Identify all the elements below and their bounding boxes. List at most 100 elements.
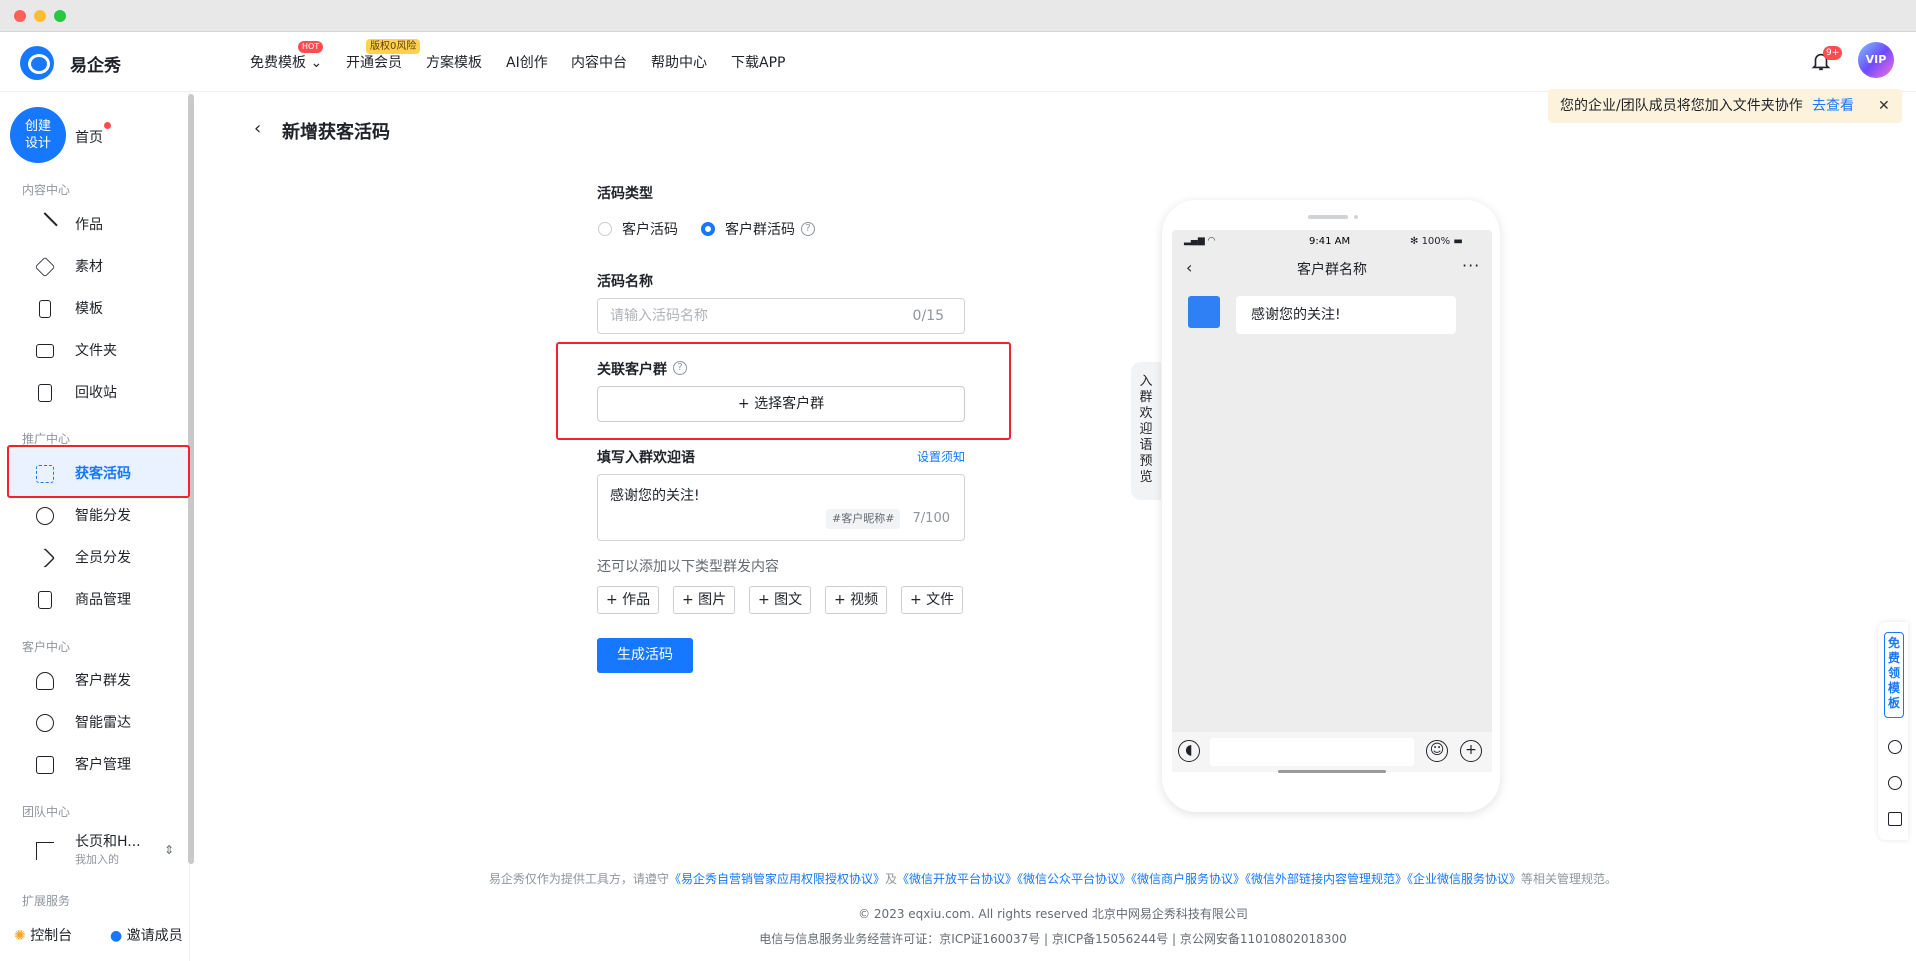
agreement-link[interactable]: 《微信公众平台协议》 (1017, 872, 1131, 886)
help-icon[interactable]: ? (801, 222, 815, 236)
toast-message: 您的企业/团队成员将您加入文件夹协作 (1560, 98, 1803, 114)
agreement-link[interactable]: 《企业微信服务协议》 (1407, 872, 1521, 886)
help-icon[interactable]: ? (673, 361, 687, 375)
nickname-tag-button[interactable]: #客户昵称# (826, 509, 901, 529)
console-link[interactable]: ✺ 控制台 (14, 925, 72, 945)
toast-view-link[interactable]: 去查看 (1812, 89, 1854, 123)
plus-icon: + (1460, 740, 1482, 762)
more-icon: ··· (1462, 256, 1481, 275)
maximize-window-icon[interactable] (54, 10, 66, 22)
nav-solution-templates[interactable]: 方案模板 (426, 52, 482, 72)
create-design-button[interactable]: 创建 设计 (10, 107, 66, 163)
footer-agreements: 易企秀仅作为提供工具方，请遵守《易企秀自营销管家应用权限授权协议》及《微信开放平… (488, 872, 1618, 886)
sidebar-item-home[interactable]: 首页 (75, 127, 103, 147)
gear-icon: ✺ (14, 928, 26, 944)
chevron-down-icon: ⌄ (310, 55, 323, 71)
brand-logo-icon[interactable] (20, 46, 54, 80)
linked-group-label: 关联客户群 (597, 362, 667, 378)
footer-license: 电信与信息服务业务经营许可证：京ICP证160037号 | 京ICP备15056… (759, 932, 1347, 946)
user-avatar[interactable]: VIP (1858, 42, 1894, 78)
sidebar-item-smart-distribution[interactable]: 智能分发 (36, 500, 186, 532)
nav-content-center[interactable]: 内容中台 (571, 52, 627, 72)
back-arrow-icon[interactable]: ‹ (254, 118, 261, 139)
sidebar-item-smart-radar[interactable]: 智能雷达 (36, 707, 186, 739)
nav-help-center[interactable]: 帮助中心 (651, 52, 707, 72)
template-icon (39, 300, 51, 318)
phone-speaker (1308, 215, 1348, 219)
welcome-text: 感谢您的关注! (610, 488, 700, 504)
contact-card-icon (36, 756, 54, 774)
invite-members-link[interactable]: ● 邀请成员 (110, 925, 183, 945)
sidebar-item-works[interactable]: 作品 (32, 209, 186, 241)
sidebar-item-folders[interactable]: 文件夹 (36, 335, 186, 367)
sidebar-item-customer-management[interactable]: 客户管理 (36, 749, 186, 781)
home-notification-dot (104, 122, 111, 129)
add-works-button[interactable]: + 作品 (597, 586, 660, 614)
help-icon[interactable] (1888, 740, 1902, 754)
expand-icon[interactable]: ⇕ (164, 834, 174, 866)
sidebar-item-all-staff-distribution[interactable]: 全员分发 (34, 542, 186, 574)
code-type-label: 活码类型 (597, 186, 653, 202)
collaboration-toast: 您的企业/团队成员将您加入文件夹协作 去查看 ✕ (1548, 89, 1902, 123)
nav-membership[interactable]: 开通会员 (346, 52, 402, 72)
trash-icon (38, 384, 52, 402)
folder-icon (36, 344, 54, 358)
feedback-icon[interactable] (1888, 812, 1902, 826)
add-article-button[interactable]: + 图文 (749, 586, 812, 614)
radio-customer-code[interactable] (598, 222, 612, 236)
window-titlebar (0, 0, 1916, 32)
generate-code-button[interactable]: 生成活码 (597, 638, 693, 673)
brand-name[interactable]: 易企秀 (70, 51, 121, 76)
code-name-input[interactable]: 请输入活码名称 0/15 (597, 298, 965, 334)
chat-title: 客户群名称 (1297, 262, 1367, 278)
top-navigation: 易企秀 免费模板 ⌄ HOT 开通会员 版权0风险 方案模板 AI创作 内容中台… (0, 32, 1916, 92)
send-icon (34, 547, 56, 569)
sidebar-item-materials[interactable]: 素材 (34, 251, 186, 283)
radio-customer-group-code-label[interactable]: 客户群活码 (725, 219, 795, 239)
free-template-button[interactable]: 免费领模板 (1884, 632, 1904, 718)
sidebar-item-customer-broadcast[interactable]: 客户群发 (36, 665, 186, 697)
nav-download-app[interactable]: 下载APP (731, 52, 785, 72)
welcome-label: 填写入群欢迎语 (597, 450, 695, 466)
add-image-button[interactable]: + 图片 (673, 586, 736, 614)
chat-message-bubble: 感谢您的关注! (1236, 296, 1456, 334)
close-icon[interactable]: ✕ (1878, 89, 1890, 123)
radio-customer-group-code[interactable] (701, 222, 715, 236)
section-extension-services: 扩展服务 (22, 894, 71, 908)
flag-icon (36, 842, 54, 860)
radio-customer-code-label[interactable]: 客户活码 (622, 219, 678, 239)
welcome-textarea[interactable]: 感谢您的关注! #客户昵称# 7/100 (597, 474, 965, 541)
agreement-link[interactable]: 《微信开放平台协议》 (897, 872, 1017, 886)
works-icon (32, 212, 58, 238)
add-video-button[interactable]: + 视频 (825, 586, 888, 614)
code-name-placeholder: 请输入活码名称 (610, 308, 708, 324)
customer-service-icon[interactable] (1888, 776, 1902, 790)
emoji-icon: ☺ (1426, 740, 1448, 762)
nav-ai-create[interactable]: AI创作 (506, 52, 548, 72)
sidebar-item-product-management[interactable]: 商品管理 (36, 584, 186, 616)
nav-free-templates[interactable]: 免费模板 ⌄ (250, 52, 322, 72)
user-add-icon: ● (110, 928, 123, 944)
agreement-link[interactable]: 《微信商户服务协议》 (1131, 872, 1245, 886)
add-file-button[interactable]: + 文件 (901, 586, 964, 614)
select-group-button[interactable]: + 选择客户群 (597, 386, 965, 422)
minimize-window-icon[interactable] (34, 10, 46, 22)
section-team-center: 团队中心 (22, 805, 71, 819)
welcome-setting-link[interactable]: 设置须知 (917, 448, 965, 465)
code-name-counter: 0/15 (912, 308, 944, 324)
page-title: 新增获客活码 (282, 122, 390, 143)
radar-icon (36, 714, 54, 732)
team-switcher[interactable]: 长页和H... 我加入的 ⇕ (36, 832, 186, 872)
phone-camera (1354, 215, 1358, 219)
close-window-icon[interactable] (14, 10, 26, 22)
sidebar-item-templates[interactable]: 模板 (36, 293, 186, 325)
sidebar-item-recycle[interactable]: 回收站 (36, 377, 186, 409)
chat-back-icon: ‹ (1186, 258, 1193, 277)
agreement-link[interactable]: 《微信外部链接内容管理规范》 (1245, 872, 1407, 886)
welcome-counter: 7/100 (912, 511, 950, 526)
signal-icon: ▂▄▆ ◠ (1184, 236, 1216, 246)
welcome-preview-tab[interactable]: 入群欢迎语预览 (1131, 362, 1161, 500)
agreement-link[interactable]: 《易企秀自营销管家应用权限授权协议》 (669, 872, 885, 886)
code-name-label: 活码名称 (597, 274, 653, 290)
layers-icon (34, 256, 56, 278)
